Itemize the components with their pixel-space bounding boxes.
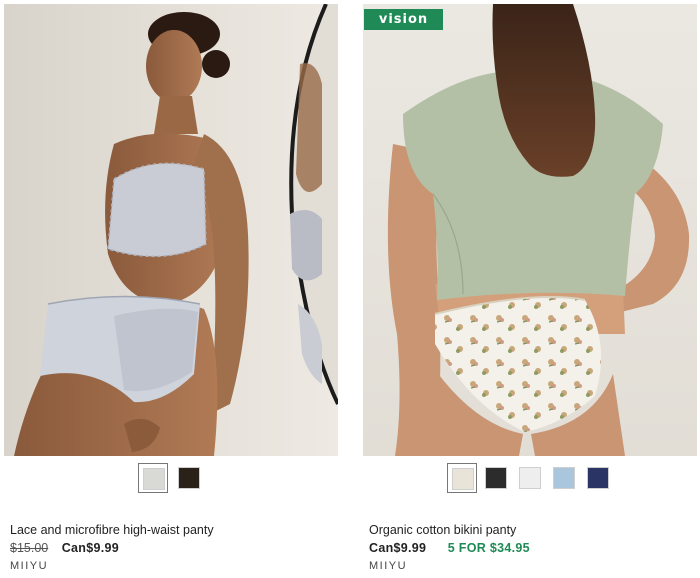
- product-photo-illustration: [363, 4, 697, 456]
- swatch-chip: [587, 467, 609, 489]
- swatch-chip: [143, 468, 165, 490]
- color-swatch-light-blue[interactable]: [549, 463, 579, 493]
- swatch-chip: [452, 468, 474, 490]
- swatch-chip: [178, 467, 200, 489]
- price-row: Can$9.99 5 FOR $34.95: [369, 541, 530, 555]
- price-row: $15.00 Can$9.99: [10, 541, 119, 555]
- color-swatch-navy-floral[interactable]: [583, 463, 613, 493]
- product-card-lace-panty[interactable]: Lace and microfibre high-waist panty $15…: [4, 0, 340, 578]
- original-price: $15.00: [10, 541, 49, 555]
- swatch-chip: [553, 467, 575, 489]
- brand-name: MIIYU: [369, 560, 408, 572]
- product-name[interactable]: Organic cotton bikini panty: [369, 523, 516, 537]
- multi-buy-promo: 5 FOR $34.95: [447, 541, 530, 555]
- color-swatch-dark-lace[interactable]: [174, 463, 204, 493]
- product-card-bikini-panty[interactable]: vision Organic cotton bikini panty Can$9…: [363, 0, 699, 578]
- swatch-chip: [485, 467, 507, 489]
- color-swatch-light-grey[interactable]: [138, 463, 168, 493]
- sale-price: Can$9.99: [369, 541, 427, 555]
- product-image[interactable]: [4, 4, 338, 456]
- product-image[interactable]: vision: [363, 4, 697, 456]
- brand-name: MIIYU: [10, 560, 49, 572]
- product-photo-illustration: [4, 4, 338, 456]
- color-swatch-white[interactable]: [515, 463, 545, 493]
- color-swatch-black[interactable]: [481, 463, 511, 493]
- sale-price: Can$9.99: [61, 541, 120, 555]
- color-swatch-floral[interactable]: [447, 463, 477, 493]
- product-name[interactable]: Lace and microfibre high-waist panty: [10, 523, 214, 537]
- swatch-chip: [519, 467, 541, 489]
- vision-badge: vision: [364, 9, 443, 30]
